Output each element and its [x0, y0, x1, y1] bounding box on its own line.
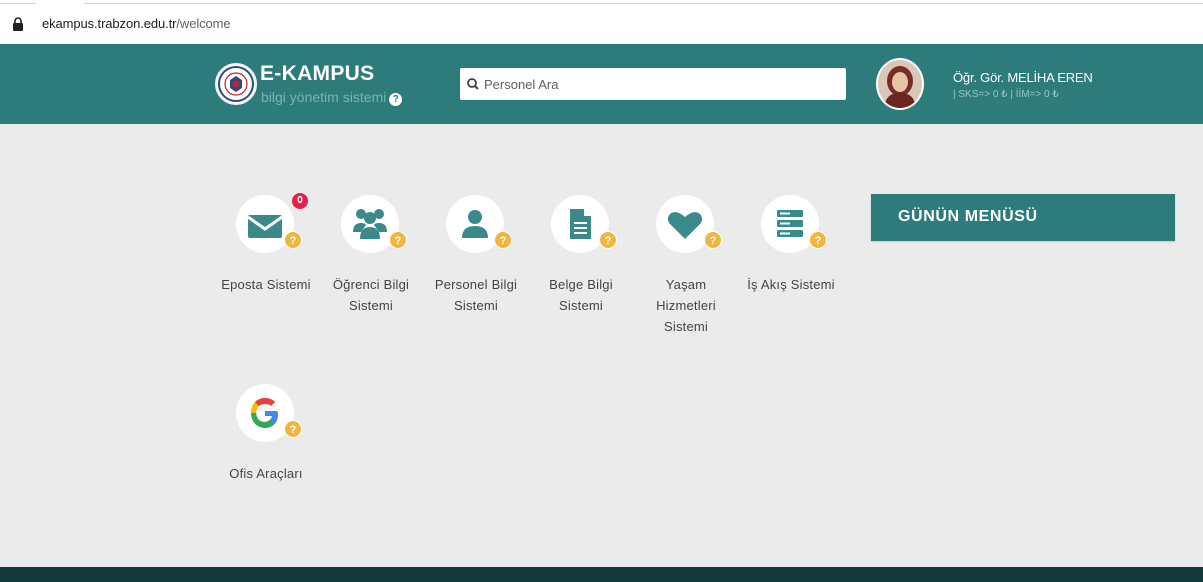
app-label: İş Akış Sistemi: [747, 277, 835, 292]
app-label: Personel Bilgi Sistemi: [434, 277, 518, 313]
help-badge-icon[interactable]: ?: [809, 231, 827, 249]
site-title[interactable]: E-KAMPUS: [260, 62, 374, 86]
site-subtitle-text: bilgi yönetim sistemi: [261, 89, 387, 105]
tab-strip: [0, 0, 1203, 6]
app-label: Ofis Araçları: [229, 466, 303, 481]
page-footer: [0, 567, 1203, 582]
browser-address-bar: ekampus.trabzon.edu.tr/welcome: [0, 0, 1203, 44]
app-label: Öğrenci Bilgi Sistemi: [332, 277, 410, 313]
site-subtitle: bilgi yönetim sistemi?: [261, 89, 403, 106]
user-name[interactable]: Öğr. Gör. MELİHA EREN: [953, 70, 1093, 85]
app-label: Yaşam Hizmetleri Sistemi: [656, 277, 716, 334]
search-input[interactable]: [484, 68, 839, 100]
user-avatar[interactable]: [876, 58, 924, 110]
url-host: ekampus.trabzon.edu.tr: [42, 16, 177, 31]
university-seal-icon: [218, 66, 254, 102]
help-badge-icon[interactable]: ?: [599, 231, 617, 249]
lock-icon: [13, 17, 23, 31]
help-icon[interactable]: ?: [389, 93, 403, 106]
profile-photo: [878, 60, 922, 108]
help-badge-icon[interactable]: ?: [389, 231, 407, 249]
unread-count-badge: 0: [292, 193, 308, 209]
daily-menu-panel[interactable]: GÜNÜN MENÜSÜ: [871, 194, 1175, 241]
help-badge-icon[interactable]: ?: [494, 231, 512, 249]
search-icon: [467, 78, 479, 90]
help-badge-icon[interactable]: ?: [284, 420, 302, 438]
app-label: Eposta Sistemi: [221, 277, 311, 292]
help-badge-icon[interactable]: ?: [284, 231, 302, 249]
url-path: /welcome: [176, 16, 231, 31]
url-text[interactable]: ekampus.trabzon.edu.tr/welcome: [42, 16, 231, 31]
university-logo[interactable]: [215, 63, 257, 105]
help-badge-icon[interactable]: ?: [704, 231, 722, 249]
daily-menu-title: GÜNÜN MENÜSÜ: [898, 208, 1038, 225]
personnel-search[interactable]: [460, 68, 846, 100]
app-label: Belge Bilgi Sistemi: [549, 277, 613, 313]
user-balance: | SKS=> 0 ₺ | İİM=> 0 ₺: [953, 89, 1059, 100]
